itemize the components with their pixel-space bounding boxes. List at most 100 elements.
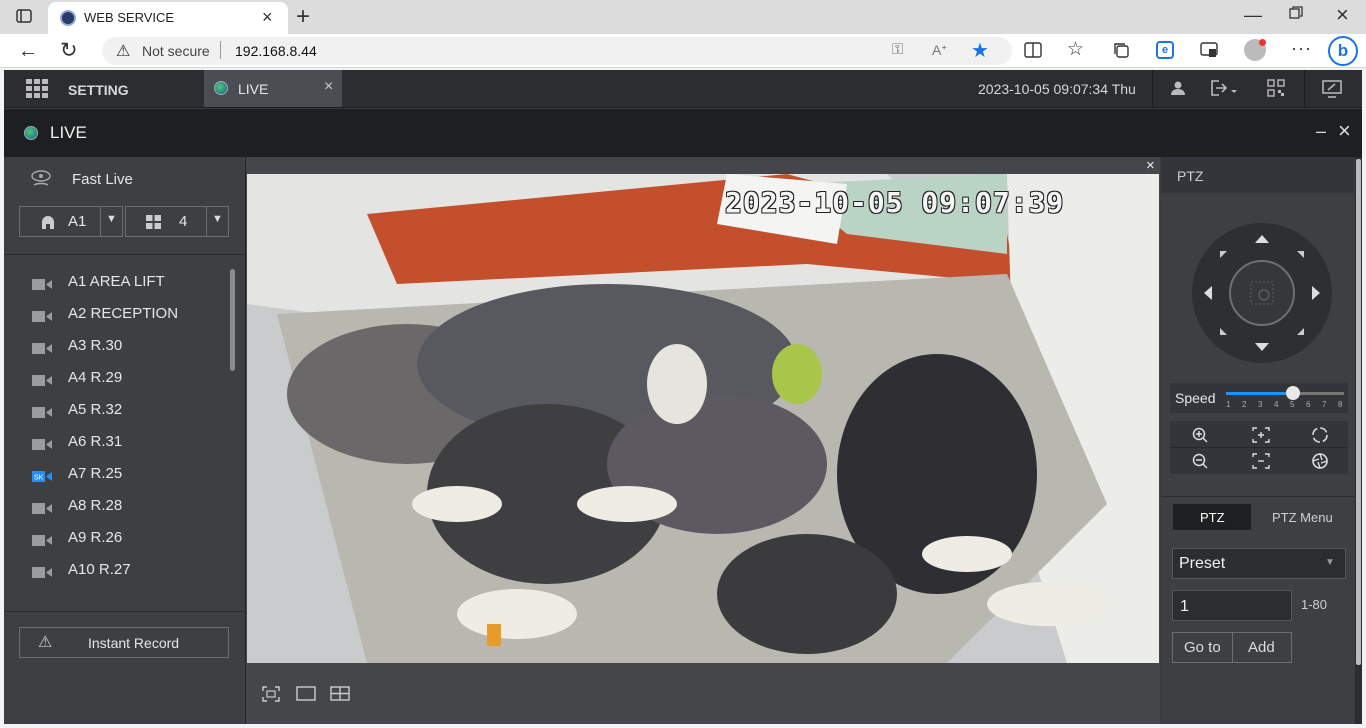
camera-list-item[interactable]: A1 AREA LIFT <box>26 268 226 300</box>
fit-screen-icon[interactable] <box>262 686 280 707</box>
camera-icon <box>32 503 52 514</box>
goto-preset-button[interactable]: Go to <box>1172 632 1233 663</box>
notification-dot <box>1259 39 1266 46</box>
camera-icon <box>32 439 52 450</box>
setting-nav-label[interactable]: SETTING <box>68 82 129 98</box>
close-window-icon[interactable]: × <box>1336 2 1349 28</box>
camera-active-icon: SK <box>32 471 52 482</box>
speed-ticks: 1 2 3 4 5 6 7 8 <box>1226 400 1344 410</box>
bing-chat-icon[interactable]: b <box>1328 36 1358 66</box>
preset-select[interactable]: Preset ▼ <box>1172 548 1346 579</box>
split-select-value: 4 <box>179 213 188 230</box>
camera-list-item[interactable]: A5 R.32 <box>26 396 226 428</box>
address-bar[interactable]: ⚠ Not secure 192.168.8.44 ⚿ Aᐩ ★ <box>102 37 1012 65</box>
camera-video-feed[interactable]: 2023-10-05 09:07:39 <box>247 174 1159 663</box>
zoom-out-icon[interactable] <box>1192 453 1208 474</box>
qr-code-icon[interactable] <box>1267 79 1285 102</box>
ptz-panel: PTZ Speed 12345678 PTZ PTZ Menu Preset ▼… <box>1161 157 1354 724</box>
favorite-star-icon[interactable]: ★ <box>971 38 989 63</box>
area-select-value: A1 <box>68 213 87 230</box>
add-preset-button[interactable]: Add <box>1232 632 1292 663</box>
tab-ptz[interactable]: PTZ <box>1173 504 1251 530</box>
logout-icon[interactable] <box>1210 80 1238 101</box>
instant-record-button[interactable]: ⚠ Instant Record <box>19 627 229 658</box>
camera-list-item[interactable]: A9 R.26 <box>26 524 226 556</box>
iris-open-icon[interactable] <box>1311 426 1329 449</box>
camera-list-item[interactable]: A10 R.27 <box>26 556 226 588</box>
tab-title: WEB SERVICE <box>84 10 175 25</box>
camera-list-item[interactable]: SK A7 R.25 <box>26 460 226 492</box>
split-screen-icon[interactable] <box>1024 42 1042 63</box>
lens-controls <box>1170 421 1348 474</box>
tab-live[interactable]: LIVE × <box>204 70 342 107</box>
live-tab-close-icon[interactable]: × <box>324 78 333 96</box>
camera-label: A9 R.26 <box>68 529 123 546</box>
camera-icon <box>32 535 52 546</box>
speed-tick-label: 6 <box>1306 400 1311 409</box>
split-layout-select[interactable]: 4 ▼ <box>125 206 229 237</box>
new-tab-icon[interactable]: + <box>296 3 310 31</box>
camera-list-item[interactable]: A2 RECEPTION <box>26 300 226 332</box>
speed-tick-label: 7 <box>1322 400 1327 409</box>
video-close-icon[interactable]: × <box>1146 157 1155 174</box>
area-select[interactable]: A1 ▼ <box>19 206 123 237</box>
camera-list-item[interactable]: A8 R.28 <box>26 492 226 524</box>
collections-icon[interactable] <box>1112 41 1130 64</box>
key-icon[interactable]: ⚿ <box>892 41 903 58</box>
speed-slider-handle[interactable] <box>1286 386 1300 400</box>
profile-avatar[interactable] <box>1244 39 1266 61</box>
main-menu-grid-icon[interactable] <box>26 79 48 104</box>
restore-window-icon[interactable] <box>1289 6 1303 25</box>
refresh-icon[interactable]: ↻ <box>60 38 78 63</box>
tab-ptz-menu[interactable]: PTZ Menu <box>1272 510 1333 525</box>
osd-timestamp: 2023-10-05 09:07:39 <box>725 186 1065 219</box>
fullscreen-monitor-icon[interactable] <box>1322 80 1342 103</box>
speed-tick-label: 4 <box>1274 400 1279 409</box>
speed-slider-fill <box>1226 392 1293 395</box>
user-icon[interactable] <box>1170 80 1186 101</box>
camera-list-scrollbar[interactable] <box>230 269 235 371</box>
browser-essentials-icon[interactable] <box>1200 41 1218 64</box>
camera-list-item[interactable]: A3 R.30 <box>26 332 226 364</box>
read-aloud-icon[interactable]: Aᐩ <box>932 42 947 59</box>
classroom-scene-image <box>247 174 1159 663</box>
single-view-icon[interactable] <box>296 686 316 706</box>
more-options-icon[interactable]: ··· <box>1291 38 1312 59</box>
add-label: Add <box>1248 639 1275 656</box>
security-label[interactable]: Not secure <box>142 43 210 59</box>
ptz-title: PTZ <box>1177 168 1204 184</box>
focus-near-icon[interactable] <box>1252 427 1270 448</box>
ptz-scrollbar-thumb[interactable] <box>1356 159 1361 665</box>
minimize-window-icon[interactable]: — <box>1244 5 1262 26</box>
tab-ptz-label: PTZ <box>1200 510 1225 525</box>
tab-close-icon[interactable]: × <box>262 7 273 28</box>
camera-list-item[interactable]: A4 R.29 <box>26 364 226 396</box>
tab-actions-icon[interactable] <box>14 7 34 30</box>
ptz-direction-pad[interactable] <box>1191 222 1333 364</box>
live-header: LIVE – × <box>4 109 1362 157</box>
speed-label: Speed <box>1175 390 1216 406</box>
warning-icon: ⚠ <box>116 43 131 60</box>
url-text[interactable]: 192.168.8.44 <box>235 43 317 59</box>
select-divider <box>100 207 101 236</box>
browser-tab[interactable]: WEB SERVICE × <box>48 2 288 34</box>
back-icon[interactable]: ← <box>18 40 38 63</box>
iris-close-icon[interactable] <box>1311 452 1329 475</box>
preset-select-value: Preset <box>1179 555 1226 572</box>
chevron-down-icon: ▼ <box>212 213 223 225</box>
quad-view-icon[interactable] <box>330 686 350 706</box>
preset-number-input[interactable]: 1 <box>1172 590 1292 621</box>
camera-list-item[interactable]: A6 R.31 <box>26 428 226 460</box>
ie-mode-icon[interactable]: e <box>1156 41 1174 59</box>
camera-label: A4 R.29 <box>68 369 123 386</box>
zoom-in-icon[interactable] <box>1192 427 1208 448</box>
divider <box>4 254 246 255</box>
fast-live-label[interactable]: Fast Live <box>72 171 133 188</box>
favorites-icon[interactable]: ☆ <box>1067 38 1084 61</box>
live-globe-icon <box>214 81 228 95</box>
focus-far-icon[interactable] <box>1252 453 1270 474</box>
minimize-panel-icon[interactable]: – <box>1316 121 1326 142</box>
speed-slider-track[interactable] <box>1226 386 1344 400</box>
camera-icon <box>32 343 52 354</box>
close-panel-icon[interactable]: × <box>1338 118 1351 144</box>
